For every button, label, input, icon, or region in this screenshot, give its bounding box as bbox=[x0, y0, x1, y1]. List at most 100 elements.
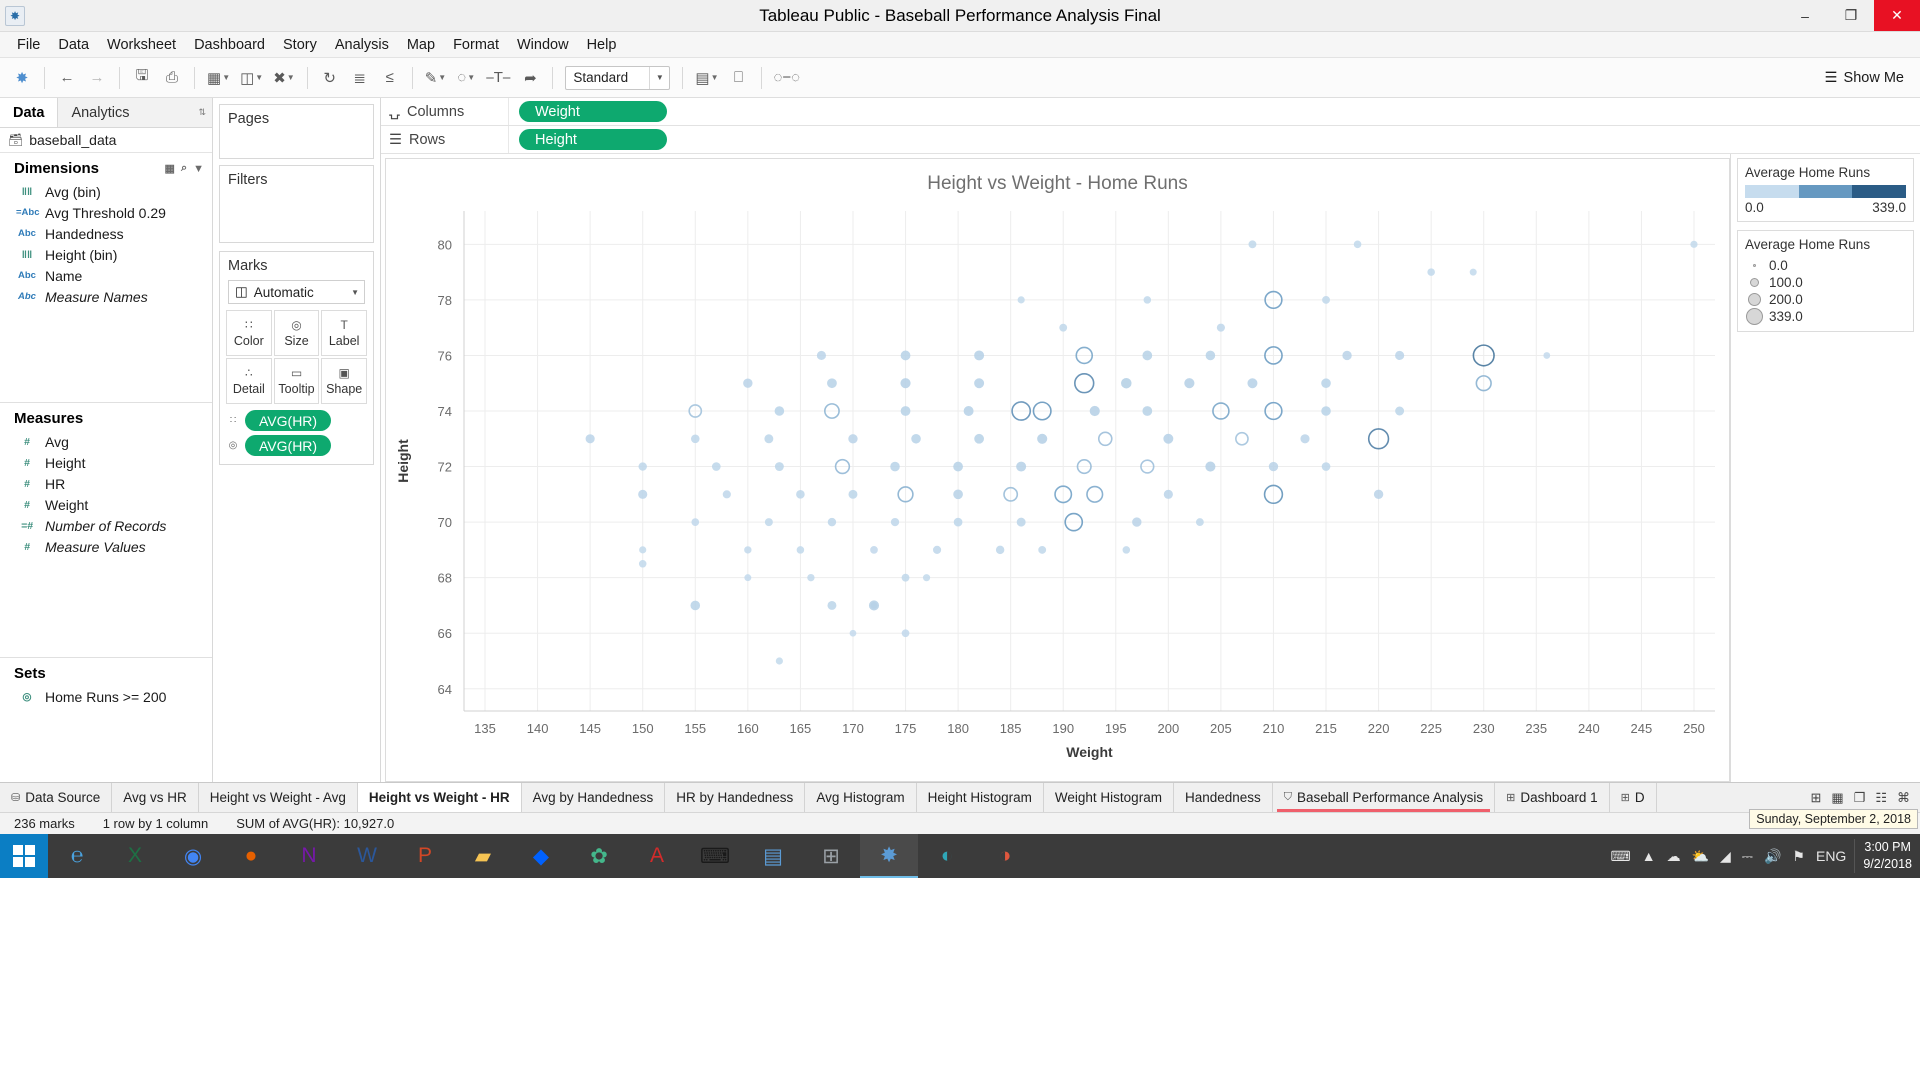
presentation-mode-button[interactable]: ⎕ bbox=[725, 64, 753, 92]
marks-type-select[interactable]: ◫ Automatic ▼ bbox=[228, 280, 365, 304]
photos-icon[interactable]: ◑ bbox=[976, 834, 1034, 878]
duplicate-sheet-button[interactable]: ◫ ▼ bbox=[236, 64, 267, 92]
onedrive-icon[interactable]: ☁ bbox=[1667, 848, 1681, 865]
fit-select[interactable]: Standard ▼ bbox=[565, 65, 671, 90]
forward-button[interactable]: → bbox=[83, 64, 111, 92]
color-legend[interactable]: Average Home Runs 0.0 339.0 bbox=[1737, 158, 1914, 222]
maximize-button[interactable]: ❐ bbox=[1828, 0, 1874, 31]
chart-canvas[interactable]: Height vs Weight - Home Runs 135 140 145 15… bbox=[385, 158, 1730, 782]
menu-item-help[interactable]: Help bbox=[578, 32, 626, 58]
tab-analytics[interactable]: Analytics ⇅ bbox=[58, 98, 212, 127]
worksheet-tab[interactable]: Handedness bbox=[1173, 783, 1273, 812]
word-icon[interactable]: W bbox=[338, 834, 396, 878]
measure-item[interactable]: # Measure Values bbox=[0, 536, 212, 557]
anaconda-icon[interactable]: ✿ bbox=[570, 834, 628, 878]
worksheet-tab[interactable]: Height vs Weight - Avg bbox=[198, 783, 358, 812]
cloud-warning-icon[interactable]: ⛅ bbox=[1692, 848, 1709, 865]
volume-icon[interactable]: 🔊 bbox=[1764, 848, 1781, 865]
group-members-button[interactable]: ◌ ▼ bbox=[452, 64, 480, 92]
worksheet-tab[interactable]: ⊞ D bbox=[1609, 783, 1657, 812]
internet-explorer-icon[interactable]: ℮ bbox=[48, 834, 106, 878]
worksheet-tab[interactable]: Avg by Handedness bbox=[521, 783, 666, 812]
measure-item[interactable]: # HR bbox=[0, 473, 212, 494]
dimension-item[interactable]: ‖‖ Avg (bin) bbox=[0, 181, 212, 202]
menu-item-worksheet[interactable]: Worksheet bbox=[98, 32, 185, 58]
marks-pill-1[interactable]: AVG(HR) bbox=[245, 410, 332, 431]
data-source-row[interactable]: 🗃 baseball_data bbox=[0, 128, 212, 153]
show-hidden-icons-icon[interactable]: ▲ bbox=[1642, 848, 1656, 864]
new-data-source-button[interactable]: ⎙ bbox=[158, 64, 186, 92]
chevron-down-icon[interactable]: ▼ bbox=[193, 163, 204, 175]
pill-height[interactable]: Height bbox=[519, 129, 667, 150]
new-worksheet-tab-button[interactable]: ⊞ bbox=[1810, 790, 1821, 806]
fit-axis-button[interactable]: ▤ ▼ bbox=[691, 64, 722, 92]
paint-palette-icon[interactable]: ◐ bbox=[918, 834, 976, 878]
notepad-icon[interactable]: ▤ bbox=[744, 834, 802, 878]
pill-weight[interactable]: Weight bbox=[519, 101, 667, 122]
minimize-button[interactable]: – bbox=[1782, 0, 1828, 31]
worksheet-tab[interactable]: ⊞ Dashboard 1 bbox=[1495, 783, 1610, 812]
chrome-icon[interactable]: ◉ bbox=[164, 834, 222, 878]
worksheet-tab[interactable]: ⛉ Baseball Performance Analysis bbox=[1272, 783, 1496, 812]
show-me-button[interactable]: ☰ Show Me bbox=[1825, 70, 1912, 86]
measure-item[interactable]: # Avg bbox=[0, 431, 212, 452]
rows-shelf[interactable]: ☰ Rows Height bbox=[381, 126, 1920, 154]
marks-color-button[interactable]: ∷ Color bbox=[226, 310, 272, 356]
marks-label-button[interactable]: T Label bbox=[321, 310, 367, 356]
file-explorer-icon[interactable]: ▰ bbox=[454, 834, 512, 878]
onenote-icon[interactable]: N bbox=[280, 834, 338, 878]
marks-size-button[interactable]: ◎ Size bbox=[273, 310, 320, 356]
menu-item-window[interactable]: Window bbox=[508, 32, 578, 58]
sort-ascending-button[interactable]: ≣ bbox=[346, 64, 374, 92]
dimension-item[interactable]: Abc Name bbox=[0, 265, 212, 286]
marks-detail-button[interactable]: ∴ Detail bbox=[226, 358, 272, 404]
sort-icon[interactable]: ⇅ bbox=[198, 107, 206, 118]
size-legend-item[interactable]: 0.0 bbox=[1745, 257, 1906, 274]
back-button[interactable]: ← bbox=[53, 64, 81, 92]
clear-sheet-button[interactable]: ✖ ▼ bbox=[269, 64, 299, 92]
dimension-item[interactable]: Abc Handedness bbox=[0, 223, 212, 244]
firefox-icon[interactable]: ● bbox=[222, 834, 280, 878]
show-mark-labels-button[interactable]: ⎯T⎯ bbox=[482, 64, 514, 92]
share-button[interactable]: ◌−◌ bbox=[770, 64, 805, 92]
dropbox-icon[interactable]: ◆ bbox=[512, 834, 570, 878]
show-filmstrip-button[interactable]: ☷ bbox=[1875, 790, 1887, 806]
dimension-item[interactable]: ‖‖ Height (bin) bbox=[0, 244, 212, 265]
scatter-plot[interactable]: 135 140 145 150 155 160 165 170 175 180 185 190 195 2… bbox=[386, 159, 1729, 781]
highlight-button[interactable]: ✎ ▼ bbox=[421, 64, 451, 92]
menu-item-data[interactable]: Data bbox=[49, 32, 98, 58]
grid-view-icon[interactable]: ▦ bbox=[165, 162, 175, 175]
menu-item-dashboard[interactable]: Dashboard bbox=[185, 32, 274, 58]
size-legend-item[interactable]: 200.0 bbox=[1745, 291, 1906, 308]
new-worksheet-button[interactable]: ▦ ▼ bbox=[203, 64, 234, 92]
menu-item-analysis[interactable]: Analysis bbox=[326, 32, 398, 58]
close-button[interactable]: ✕ bbox=[1874, 0, 1920, 31]
save-button[interactable]: 🖫 bbox=[128, 64, 156, 92]
columns-shelf[interactable]: ⍽ Columns Weight bbox=[381, 98, 1920, 126]
worksheet-tab[interactable]: Avg vs HR bbox=[112, 783, 199, 812]
measure-item[interactable]: # Height bbox=[0, 452, 212, 473]
rows-drop-zone[interactable]: Height bbox=[509, 129, 667, 150]
fix-axes-button[interactable]: ➦ bbox=[516, 64, 544, 92]
worksheet-tab[interactable]: Height Histogram bbox=[916, 783, 1044, 812]
measure-item[interactable]: =# Number of Records bbox=[0, 515, 212, 536]
language-indicator[interactable]: ENG bbox=[1816, 848, 1846, 864]
tab-data[interactable]: Data bbox=[0, 98, 59, 127]
calculator-icon[interactable]: ⊞ bbox=[802, 834, 860, 878]
measure-item[interactable]: # Weight bbox=[0, 494, 212, 515]
terminal-icon[interactable]: ⌨ bbox=[686, 834, 744, 878]
menu-item-story[interactable]: Story bbox=[274, 32, 326, 58]
clock[interactable]: 3:00 PM 9/2/2018 bbox=[1854, 839, 1920, 873]
network-signal-icon[interactable]: ◢ bbox=[1720, 848, 1731, 865]
marks-tooltip-button[interactable]: ▭ Tooltip bbox=[273, 358, 320, 404]
size-legend-item[interactable]: 339.0 bbox=[1745, 308, 1906, 325]
excel-icon[interactable]: X bbox=[106, 834, 164, 878]
marks-pill-2[interactable]: AVG(HR) bbox=[245, 435, 332, 456]
new-dashboard-tab-button[interactable]: ▦ bbox=[1831, 790, 1843, 806]
pause-updates-button[interactable]: ↻ bbox=[316, 64, 344, 92]
action-center-icon[interactable]: ⚑ bbox=[1792, 848, 1805, 865]
worksheet-tab[interactable]: Avg Histogram bbox=[805, 783, 917, 812]
size-legend-item[interactable]: 100.0 bbox=[1745, 274, 1906, 291]
menu-item-format[interactable]: Format bbox=[444, 32, 508, 58]
worksheet-tab[interactable]: HR by Handedness bbox=[665, 783, 806, 812]
